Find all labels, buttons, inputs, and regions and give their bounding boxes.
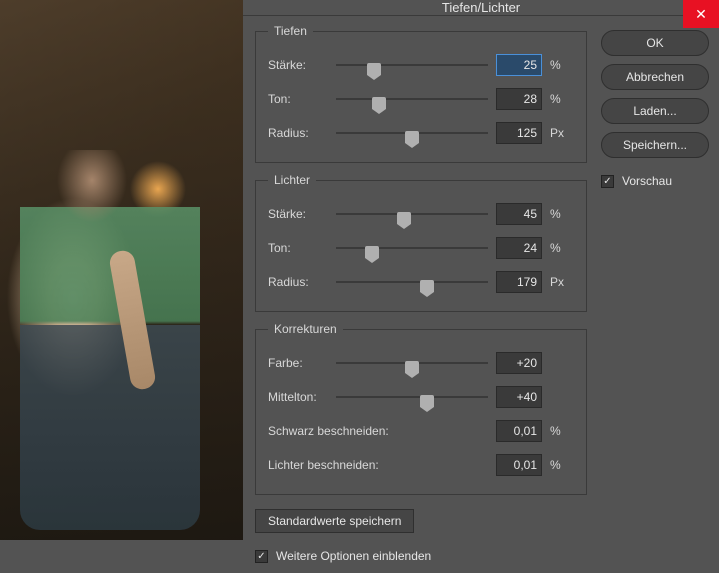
show-more-checkbox[interactable]: ✓: [255, 550, 268, 563]
whiteclip-unit: %: [550, 458, 574, 472]
shadows-radius-label: Radius:: [268, 126, 336, 140]
highlights-strength-label: Stärke:: [268, 207, 336, 221]
shadows-radius-unit: Px: [550, 126, 574, 140]
highlights-tone-unit: %: [550, 241, 574, 255]
highlights-legend: Lichter: [268, 173, 316, 187]
shadows-strength-label: Stärke:: [268, 58, 336, 72]
load-button[interactable]: Laden...: [601, 98, 709, 124]
midtone-label: Mittelton:: [268, 390, 336, 404]
highlights-radius-row: Radius: Px: [268, 265, 574, 299]
document-preview: [0, 0, 243, 540]
show-more-options-row[interactable]: ✓ Weitere Optionen einblenden: [255, 549, 587, 563]
whiteclip-row: Lichter beschneiden: %: [268, 448, 574, 482]
preview-image-figure: [20, 150, 200, 530]
midtone-row: Mittelton:: [268, 380, 574, 414]
dialog-sidebar: OK Abbrechen Laden... Speichern... ✓ Vor…: [601, 24, 709, 563]
shadows-strength-unit: %: [550, 58, 574, 72]
adjustments-group: Korrekturen Farbe: Mittelton:: [255, 322, 587, 495]
highlights-radius-label: Radius:: [268, 275, 336, 289]
whiteclip-input[interactable]: [496, 454, 542, 476]
blackclip-row: Schwarz beschneiden: %: [268, 414, 574, 448]
midtone-slider[interactable]: [336, 387, 488, 407]
shadows-highlights-dialog: Tiefen/Lichter ✕ Tiefen Stärke:: [243, 0, 719, 540]
blackclip-label: Schwarz beschneiden:: [268, 424, 418, 438]
shadows-radius-slider[interactable]: [336, 123, 488, 143]
preview-label: Vorschau: [622, 174, 672, 188]
highlights-radius-slider[interactable]: [336, 272, 488, 292]
shadows-radius-input[interactable]: [496, 122, 542, 144]
blackclip-input[interactable]: [496, 420, 542, 442]
show-more-label: Weitere Optionen einblenden: [276, 549, 431, 563]
highlights-tone-row: Ton: %: [268, 231, 574, 265]
preview-checkbox[interactable]: ✓: [601, 175, 614, 188]
highlights-tone-label: Ton:: [268, 241, 336, 255]
color-slider[interactable]: [336, 353, 488, 373]
highlights-strength-slider[interactable]: [336, 204, 488, 224]
shadows-tone-slider[interactable]: [336, 89, 488, 109]
highlights-radius-input[interactable]: [496, 271, 542, 293]
save-button[interactable]: Speichern...: [601, 132, 709, 158]
shadows-radius-row: Radius: Px: [268, 116, 574, 150]
highlights-strength-row: Stärke: %: [268, 197, 574, 231]
shadows-strength-row: Stärke: %: [268, 48, 574, 82]
close-button[interactable]: ✕: [683, 0, 719, 28]
dialog-title: Tiefen/Lichter: [442, 0, 520, 15]
highlights-strength-input[interactable]: [496, 203, 542, 225]
highlights-tone-input[interactable]: [496, 237, 542, 259]
shadows-tone-input[interactable]: [496, 88, 542, 110]
highlights-strength-unit: %: [550, 207, 574, 221]
preview-checkbox-row[interactable]: ✓ Vorschau: [601, 174, 709, 188]
color-label: Farbe:: [268, 356, 336, 370]
highlights-radius-unit: Px: [550, 275, 574, 289]
adjustments-legend: Korrekturen: [268, 322, 343, 336]
color-row: Farbe:: [268, 346, 574, 380]
color-input[interactable]: [496, 352, 542, 374]
save-defaults-button[interactable]: Standardwerte speichern: [255, 509, 414, 533]
midtone-input[interactable]: [496, 386, 542, 408]
highlights-group: Lichter Stärke: % Ton:: [255, 173, 587, 312]
blackclip-unit: %: [550, 424, 574, 438]
ok-button[interactable]: OK: [601, 30, 709, 56]
shadows-tone-label: Ton:: [268, 92, 336, 106]
shadows-tone-row: Ton: %: [268, 82, 574, 116]
cancel-button[interactable]: Abbrechen: [601, 64, 709, 90]
shadows-group: Tiefen Stärke: % Ton:: [255, 24, 587, 163]
highlights-tone-slider[interactable]: [336, 238, 488, 258]
shadows-strength-slider[interactable]: [336, 55, 488, 75]
close-icon: ✕: [695, 6, 707, 23]
title-bar: Tiefen/Lichter ✕: [243, 0, 719, 16]
whiteclip-label: Lichter beschneiden:: [268, 458, 418, 472]
shadows-tone-unit: %: [550, 92, 574, 106]
shadows-legend: Tiefen: [268, 24, 313, 38]
shadows-strength-input[interactable]: [496, 54, 542, 76]
